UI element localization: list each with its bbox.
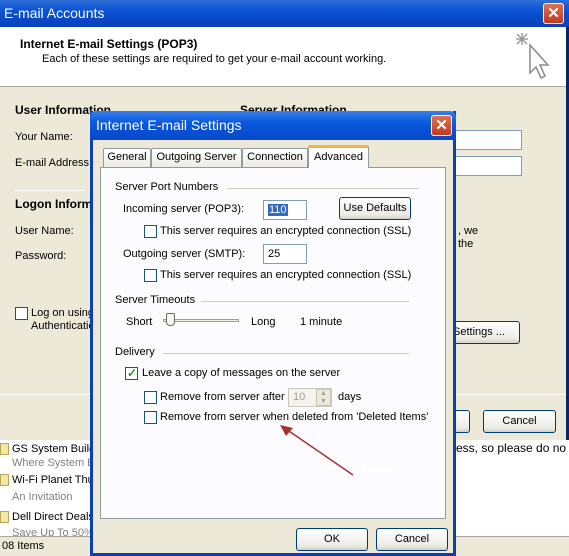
tab-general[interactable]: General [103, 148, 151, 167]
header-title: Internet E-mail Settings (POP3) [20, 37, 198, 51]
remove-when-deleted-label: Remove from server when deleted from 'De… [160, 411, 429, 423]
group-divider [163, 353, 409, 354]
dialog-title-bar: Internet E-mail Settings ✕ [90, 111, 456, 140]
days-label: days [338, 391, 362, 403]
list-item-subject: Wi-Fi Planet Thu [12, 474, 94, 486]
outgoing-ssl-label: This server requires an encrypted connec… [160, 269, 412, 281]
header-subtitle: Each of these settings are required to g… [42, 53, 387, 65]
timeout-slider-thumb[interactable] [166, 313, 175, 326]
window-title: E-mail Accounts [4, 5, 105, 21]
authentication-label: Authenticatio [31, 320, 95, 332]
incoming-server-label: Incoming server (POP3): [123, 203, 245, 215]
internet-email-settings-dialog: Internet E-mail Settings ✕ General Outgo… [90, 111, 456, 556]
outgoing-port-input[interactable]: 25 [263, 244, 307, 264]
annotation-arrow-icon [280, 425, 354, 476]
note-text: , we [458, 225, 479, 237]
close-button[interactable]: ✕ [543, 3, 564, 24]
leave-copy-checkbox[interactable] [125, 366, 138, 380]
tab-advanced[interactable]: Advanced [308, 145, 369, 168]
outgoing-ssl-checkbox[interactable] [144, 269, 157, 282]
leave-copy-label: Leave a copy of messages on the server [142, 367, 341, 379]
envelope-icon [0, 474, 9, 486]
spinner-arrows-icon[interactable]: ▲ ▼ [316, 389, 331, 406]
timeout-short-label: Short [126, 316, 153, 328]
dialog-title: Internet E-mail Settings [96, 117, 242, 133]
remove-when-deleted-checkbox[interactable] [144, 411, 157, 424]
password-label: Password: [15, 250, 67, 262]
logon-information-heading: Logon Inform [15, 197, 93, 211]
remove-after-checkbox[interactable] [144, 391, 157, 404]
remove-after-label: Remove from server after [160, 391, 285, 403]
spa-checkbox[interactable] [15, 307, 28, 320]
email-address-label: E-mail Address: [15, 157, 93, 169]
use-defaults-button[interactable]: Use Defaults [339, 197, 411, 220]
delivery-heading: Delivery [115, 346, 155, 358]
wizard-header: Internet E-mail Settings (POP3) Each of … [0, 27, 566, 87]
log-on-using-label: Log on using [31, 307, 94, 319]
tab-connection[interactable]: Connection [242, 148, 308, 167]
tab-outgoing-server[interactable]: Outgoing Server [151, 148, 242, 167]
list-item-subject: Dell Direct Deals [12, 511, 94, 523]
cancel-button[interactable]: Cancel [483, 410, 556, 433]
group-divider [201, 301, 409, 302]
annotation-label: Here [363, 462, 392, 477]
divider [15, 190, 85, 191]
envelope-icon [0, 511, 9, 523]
dialog-cancel-button[interactable]: Cancel [376, 528, 448, 551]
preview-pane-text: ess, so please do no [456, 441, 567, 455]
incoming-ssl-label: This server requires an encrypted connec… [160, 225, 412, 237]
user-name-label: User Name: [15, 225, 74, 237]
timeout-long-label: Long [251, 316, 276, 328]
close-icon: ✕ [435, 117, 448, 134]
group-divider [227, 188, 419, 189]
outgoing-server-label: Outgoing server (SMTP): [123, 248, 246, 260]
title-bar: E-mail Accounts ✕ [0, 0, 569, 27]
incoming-ssl-checkbox[interactable] [144, 225, 157, 238]
note-text: the [458, 238, 474, 250]
timeout-value: 1 minute [300, 316, 343, 328]
server-port-numbers-heading: Server Port Numbers [115, 181, 219, 193]
your-name-label: Your Name: [15, 131, 73, 143]
cursor-sparkle-icon [516, 33, 550, 80]
dialog-close-button[interactable]: ✕ [431, 115, 452, 136]
ok-button[interactable]: OK [296, 528, 368, 551]
close-icon: ✕ [547, 5, 560, 22]
advanced-tab-panel: Server Port Numbers Incoming server (POP… [100, 167, 446, 519]
server-timeouts-heading: Server Timeouts [115, 294, 196, 306]
item-count: 08 Items [2, 540, 45, 552]
incoming-port-input[interactable]: 110 [263, 200, 307, 220]
